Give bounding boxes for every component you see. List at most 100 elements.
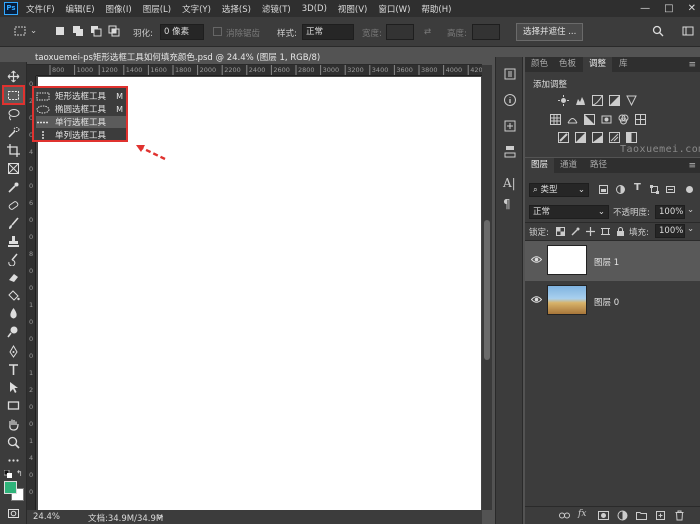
zoom-level[interactable]: 24.4% [33, 512, 60, 522]
edit-toolbar-button[interactable] [4, 452, 23, 468]
brightness-icon[interactable] [558, 95, 569, 106]
tab-swatches[interactable]: 色板 [553, 57, 582, 72]
new-group-icon[interactable] [636, 510, 647, 521]
quick-mask-button[interactable] [4, 505, 23, 521]
antialias-checkbox[interactable] [213, 27, 222, 36]
visibility-eye-icon[interactable] [531, 294, 542, 305]
libraries-icon[interactable] [503, 119, 517, 133]
menu-type[interactable]: 文字(Y) [182, 3, 211, 15]
lock-position-icon[interactable] [586, 227, 595, 236]
foreground-color-swatch[interactable] [4, 481, 17, 494]
gradient-map-icon[interactable] [626, 132, 637, 143]
lasso-tool[interactable] [4, 106, 23, 122]
selective-color-icon[interactable] [609, 132, 620, 143]
filter-smart-object-icon[interactable] [666, 185, 675, 194]
exposure-icon[interactable] [609, 95, 620, 106]
menu-select[interactable]: 选择(S) [222, 3, 251, 15]
color-balance-icon[interactable] [567, 114, 578, 125]
add-mask-icon[interactable] [598, 510, 609, 521]
flyout-single-row-marquee[interactable]: 单行选框工具 [36, 116, 126, 128]
filter-pixel-icon[interactable] [599, 185, 608, 194]
tab-adjustments[interactable]: 调整 [583, 57, 613, 72]
layer-style-icon[interactable]: fx [578, 509, 589, 520]
brush-tool[interactable] [4, 215, 23, 231]
info-icon[interactable] [503, 93, 517, 107]
default-colors-icon[interactable] [3, 469, 12, 478]
new-selection-icon[interactable] [54, 25, 66, 37]
history-brush-tool[interactable] [4, 251, 23, 267]
tab-paths[interactable]: 路径 [584, 158, 613, 173]
layer-filter-select[interactable]: ⌕ 类型 ⌄ [529, 183, 589, 197]
menu-edit[interactable]: 编辑(E) [66, 3, 95, 15]
menu-view[interactable]: 视图(V) [338, 3, 367, 15]
tab-color[interactable]: 颜色 [525, 57, 554, 72]
zoom-tool[interactable] [4, 434, 23, 450]
workspace-icon[interactable] [682, 25, 694, 37]
hand-tool[interactable] [4, 416, 23, 432]
subtract-selection-icon[interactable] [90, 25, 102, 37]
feather-input[interactable]: 0 像素 [160, 24, 204, 40]
photo-filter-icon[interactable] [601, 114, 612, 125]
paint-bucket-tool[interactable] [4, 287, 23, 303]
hue-saturation-icon[interactable] [550, 114, 561, 125]
menu-help[interactable]: 帮助(H) [421, 3, 451, 15]
frame-tool[interactable] [4, 160, 23, 176]
swap-colors-icon[interactable]: ↰ [16, 469, 23, 478]
clone-stamp-tool[interactable] [4, 233, 23, 249]
vertical-scroll-thumb[interactable] [484, 220, 490, 360]
lock-artboard-icon[interactable] [601, 227, 610, 236]
add-selection-icon[interactable] [72, 25, 84, 37]
flyout-single-column-marquee[interactable]: 单列选框工具 [36, 129, 126, 141]
link-layers-icon[interactable] [559, 510, 570, 521]
marquee-tool[interactable] [2, 85, 25, 105]
flyout-ellipse-marquee[interactable]: 椭圆选框工具 M [36, 103, 126, 115]
filter-adjustment-icon[interactable] [616, 185, 625, 194]
style-select[interactable]: 正常 [302, 24, 354, 40]
menu-file[interactable]: 文件(F) [26, 3, 55, 15]
pen-tool[interactable] [4, 343, 23, 359]
tab-channels[interactable]: 通道 [554, 158, 583, 173]
layer-name[interactable]: 图层 0 [594, 296, 619, 308]
healing-brush-tool[interactable] [4, 197, 23, 213]
new-layer-icon[interactable] [655, 510, 666, 521]
chevron-down-icon[interactable]: ⌄ [687, 224, 694, 234]
swap-icon[interactable]: ⇄ [424, 27, 431, 37]
history-icon[interactable] [503, 67, 517, 81]
document-tab[interactable]: taoxuemei-ps矩形选框工具如何填充颜色.psd @ 24.4% (图层… [27, 47, 482, 65]
layer-row[interactable]: 图层 1 [525, 241, 700, 281]
lock-all-icon[interactable] [616, 227, 625, 236]
lock-transparency-icon[interactable] [556, 227, 565, 236]
color-lookup-icon[interactable] [635, 114, 646, 125]
levels-icon[interactable] [575, 95, 586, 106]
menu-image[interactable]: 图像(I) [106, 3, 132, 15]
opacity-input[interactable]: 100% [655, 205, 685, 219]
invert-icon[interactable] [558, 132, 569, 143]
crop-tool[interactable] [4, 142, 23, 158]
fill-input[interactable]: 100% [655, 224, 685, 238]
channel-mixer-icon[interactable] [618, 114, 629, 125]
intersect-selection-icon[interactable] [108, 25, 120, 37]
menu-3d[interactable]: 3D(D) [302, 4, 327, 14]
path-select-tool[interactable] [4, 379, 23, 395]
status-menu-arrow[interactable]: > [157, 512, 164, 521]
dodge-tool[interactable] [4, 323, 23, 339]
type-tool[interactable] [4, 361, 23, 377]
marquee-preset-icon[interactable] [14, 25, 26, 37]
blur-tool[interactable] [4, 305, 23, 321]
close-button[interactable]: ✕ [688, 3, 696, 14]
character-icon[interactable]: A| [503, 176, 517, 190]
filter-shape-icon[interactable] [650, 185, 659, 194]
eraser-tool[interactable] [4, 269, 23, 285]
tab-layers[interactable]: 图层 [525, 158, 555, 173]
black-white-icon[interactable] [584, 114, 595, 125]
vibrance-icon[interactable] [626, 95, 637, 106]
posterize-icon[interactable] [575, 132, 586, 143]
layer-name[interactable]: 图层 1 [594, 256, 619, 268]
lock-pixels-icon[interactable] [571, 227, 580, 236]
move-tool[interactable] [4, 68, 23, 84]
trash-icon[interactable] [674, 510, 685, 521]
properties-icon[interactable] [503, 145, 517, 159]
curves-icon[interactable] [592, 95, 603, 106]
maximize-button[interactable]: □ [664, 3, 673, 14]
menu-window[interactable]: 窗口(W) [378, 3, 410, 15]
